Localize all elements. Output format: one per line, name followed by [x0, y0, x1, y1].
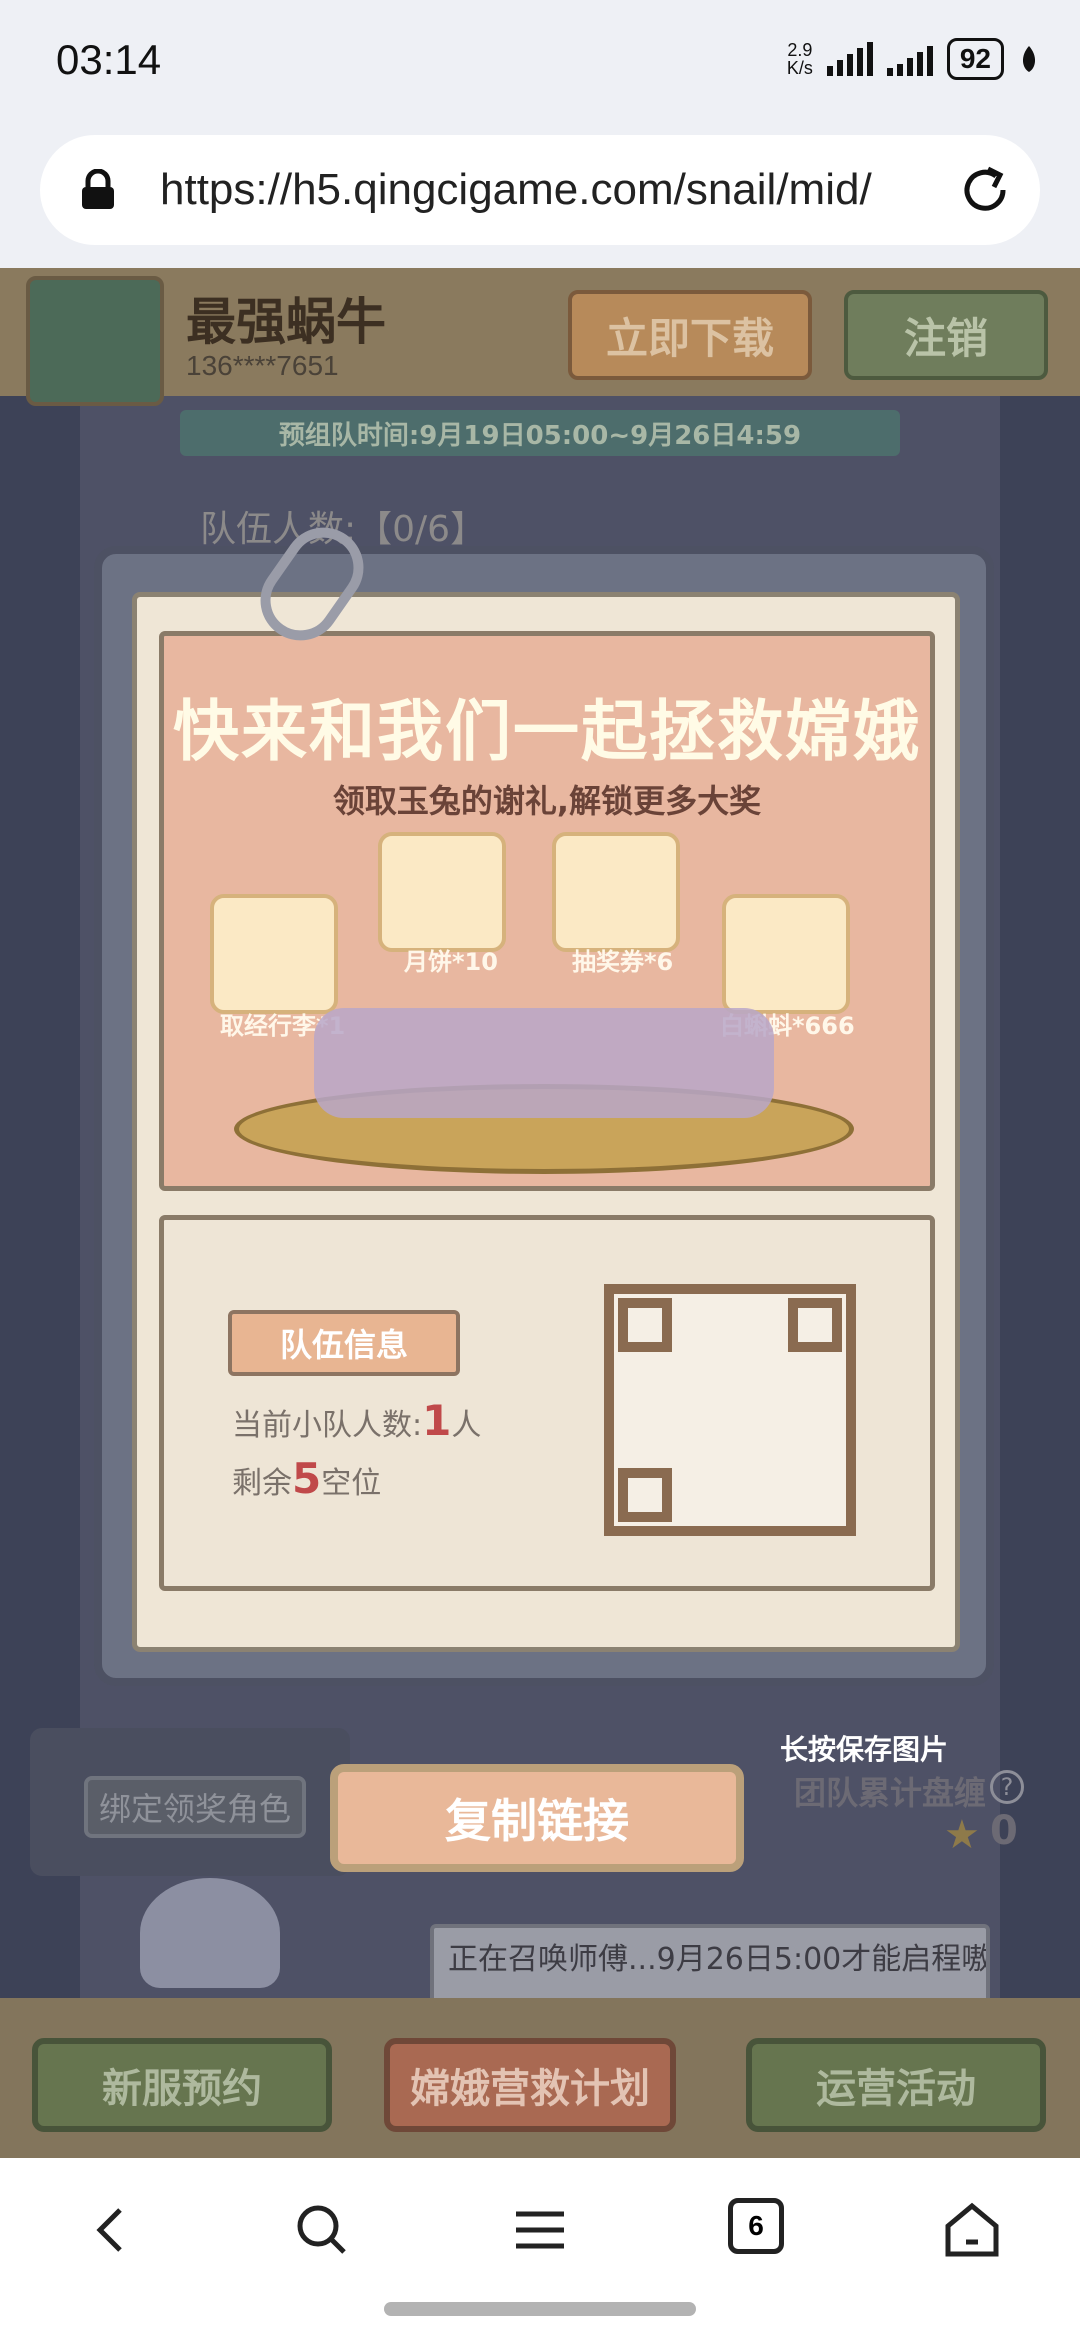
- signal-icon: [826, 42, 873, 76]
- team-total-label: 团队累计盘缠: [794, 1774, 987, 1812]
- reward-mooncake: [378, 832, 506, 952]
- download-button[interactable]: 立即下载: [568, 290, 812, 380]
- qr-code[interactable]: [604, 1284, 856, 1536]
- back-icon[interactable]: [80, 2198, 144, 2262]
- tab-new-server[interactable]: 新服预约: [32, 2038, 332, 2132]
- signal-icon-2: [886, 42, 933, 76]
- status-icons: 2.9 K/s 92: [787, 38, 1040, 80]
- network-speed: 2.9 K/s: [786, 40, 813, 78]
- popup-paper: 快来和我们一起拯救嫦娥 领取玉兔的谢礼,解锁更多大奖 取经行李*1 月饼*10 …: [132, 592, 960, 1652]
- reward-label: 抽奖券*6: [572, 948, 674, 976]
- menu-icon[interactable]: [508, 2198, 572, 2262]
- remaining-slots: 剩余5空位: [232, 1454, 382, 1503]
- team-info-label: 队伍信息: [228, 1310, 460, 1376]
- tab-operations[interactable]: 运营活动: [746, 2038, 1046, 2132]
- reward-label: 月饼*10: [404, 948, 498, 976]
- user-phone: 136****7651: [186, 350, 339, 381]
- banner-title: 快来和我们一起拯救嫦娥: [173, 693, 921, 770]
- tabs-button[interactable]: 6: [728, 2198, 784, 2254]
- status-time: 03:14: [56, 36, 162, 83]
- share-popup: 快来和我们一起拯救嫦娥 领取玉兔的谢礼,解锁更多大奖 取经行李*1 月饼*10 …: [94, 511, 994, 1686]
- bind-role-button[interactable]: 绑定领奖角色: [84, 1776, 306, 1838]
- banner-subtitle: 领取玉兔的谢礼,解锁更多大奖: [332, 782, 762, 820]
- browser-nav-bar: 6: [0, 2158, 1080, 2331]
- current-members: 当前小队人数:1人: [232, 1396, 482, 1445]
- reload-icon[interactable]: [958, 163, 1012, 217]
- home-indicator[interactable]: [384, 2302, 696, 2316]
- star-icon: ★: [944, 1812, 980, 1858]
- reward-tadpole: [722, 894, 850, 1014]
- home-icon[interactable]: [940, 2198, 1004, 2262]
- team-info-card: 队伍信息 当前小队人数:1人 剩余5空位: [159, 1215, 935, 1591]
- game-footer-tabs: 新服预约 嫦娥营救计划 运营活动: [0, 1998, 1080, 2158]
- status-bar: 03:14 2.9 K/s 92: [0, 0, 1080, 125]
- rescue-banner: 快来和我们一起拯救嫦娥 领取玉兔的谢礼,解锁更多大奖 取经行李*1 月饼*10 …: [159, 631, 935, 1191]
- game-title: 最强蜗牛: [186, 293, 386, 351]
- gift-pile: [314, 1008, 774, 1118]
- logout-button[interactable]: 注销: [844, 290, 1048, 380]
- address-bar[interactable]: https://h5.qingcigame.com/snail/mid/: [40, 135, 1040, 245]
- help-icon[interactable]: ?: [990, 1770, 1024, 1804]
- lock-icon: [82, 169, 114, 209]
- tab-rescue-plan[interactable]: 嫦娥营救计划: [384, 2038, 676, 2132]
- leaf-icon: [1022, 46, 1036, 72]
- rabbit-mascot: [140, 1878, 280, 1988]
- avatar: [26, 276, 164, 406]
- team-total-value: 0: [990, 1808, 1018, 1854]
- battery-indicator: 92: [946, 38, 1004, 80]
- search-icon[interactable]: [290, 2198, 354, 2262]
- reward-luggage: [210, 894, 338, 1014]
- prebook-time: 预组队时间:9月19日05:00~9月26日4:59: [180, 410, 900, 456]
- save-image-hint: 长按保存图片: [780, 1733, 949, 1766]
- url-text[interactable]: https://h5.qingcigame.com/snail/mid/: [160, 165, 960, 215]
- game-webview: 最强蜗牛 136****7651 立即下载 注销 预组队时间:9月19日05:0…: [0, 268, 1080, 2158]
- game-header: 最强蜗牛 136****7651 立即下载 注销: [0, 268, 1080, 406]
- reward-ticket: [552, 832, 680, 952]
- copy-link-button[interactable]: 复制链接: [330, 1764, 744, 1872]
